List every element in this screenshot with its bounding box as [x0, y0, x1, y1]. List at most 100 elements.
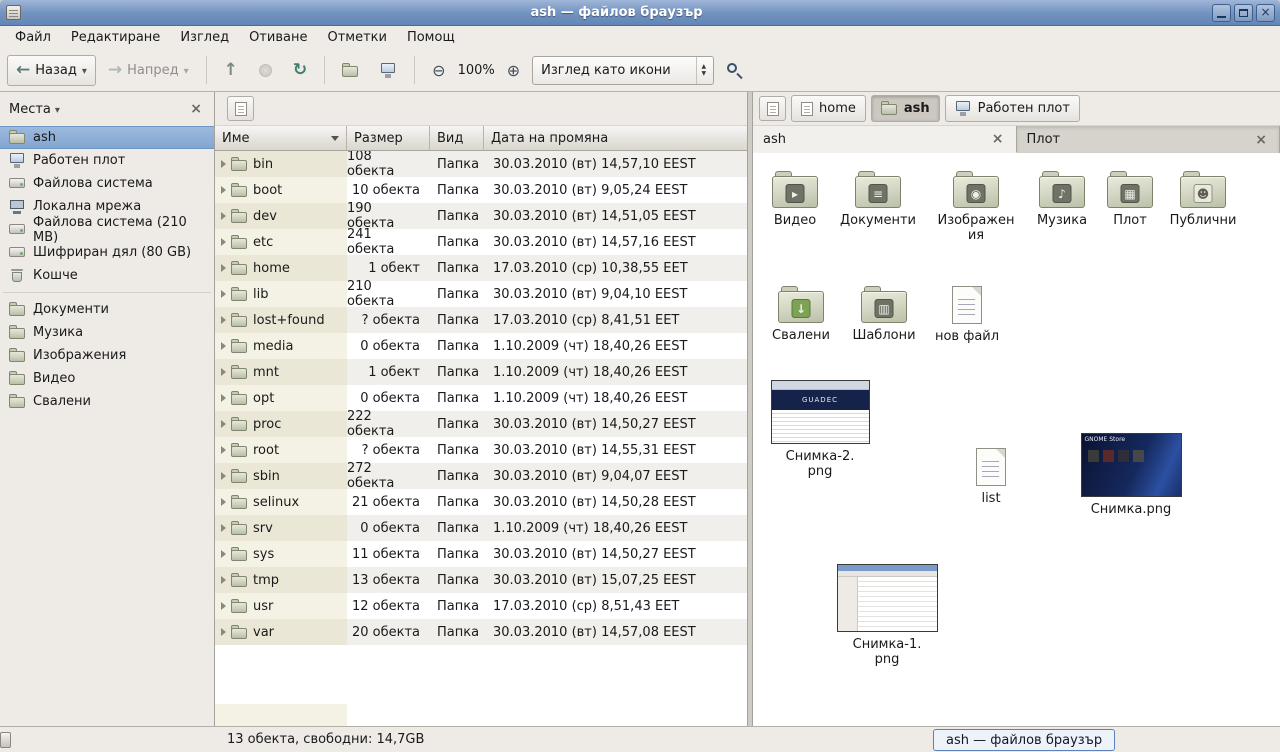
menu-item[interactable]: Помощ — [397, 27, 465, 48]
table-row[interactable]: mnt 1 обект Папка 1.10.2009 (чт) 18,40,2… — [215, 359, 747, 385]
pane-location-button[interactable] — [759, 96, 786, 121]
sidebar-item[interactable]: Шифриран дял (80 GB) — [0, 241, 214, 264]
back-dropdown-icon[interactable] — [82, 63, 87, 78]
menu-item[interactable]: Редактиране — [61, 27, 170, 48]
breadcrumb-desktop[interactable]: Работен плот — [945, 95, 1080, 122]
home-button[interactable] — [333, 55, 368, 86]
back-button[interactable]: Назад — [7, 55, 96, 86]
expander-icon[interactable] — [221, 368, 226, 376]
cell-name: boot — [215, 177, 347, 203]
menu-item[interactable]: Файл — [5, 27, 61, 48]
view-mode-select[interactable]: Изглед като икони ▲▼ — [532, 56, 714, 85]
zoom-in-button[interactable] — [498, 55, 529, 86]
folder-item[interactable]: Видео — [755, 171, 835, 228]
table-row[interactable]: srv 0 обекта Папка 1.10.2009 (чт) 18,40,… — [215, 515, 747, 541]
table-row[interactable]: dev 190 обекта Папка 30.03.2010 (вт) 14,… — [215, 203, 747, 229]
folder-item[interactable]: Документи — [838, 171, 918, 228]
table-row[interactable]: boot 10 обекта Папка 30.03.2010 (вт) 9,0… — [215, 177, 747, 203]
folder-item[interactable]: Шаблони — [844, 286, 924, 343]
image-file-snimka-2[interactable]: GUADEC Снимка-2.png — [769, 380, 871, 479]
column-header-date[interactable]: Дата на промяна — [484, 126, 747, 151]
expander-icon[interactable] — [221, 394, 226, 402]
expander-icon[interactable] — [221, 290, 226, 298]
maximize-button[interactable] — [1234, 4, 1253, 22]
tab-close-icon[interactable]: × — [1253, 132, 1269, 148]
column-header-size[interactable]: Размер — [347, 126, 430, 151]
computer-button[interactable] — [371, 55, 406, 86]
expander-icon[interactable] — [221, 316, 226, 324]
table-row[interactable]: selinux 21 обекта Папка 30.03.2010 (вт) … — [215, 489, 747, 515]
expander-icon[interactable] — [221, 212, 226, 220]
menu-item[interactable]: Отиване — [239, 27, 317, 48]
close-button[interactable]: × — [1256, 4, 1275, 22]
expander-icon[interactable] — [221, 576, 226, 584]
table-row[interactable]: sys 11 обекта Папка 30.03.2010 (вт) 14,5… — [215, 541, 747, 567]
up-button[interactable] — [215, 55, 247, 86]
forward-button[interactable]: Напред — [99, 55, 198, 86]
file-item[interactable]: list — [951, 448, 1031, 506]
sidebar-dropdown-icon[interactable] — [55, 102, 60, 117]
table-row[interactable]: tmp 13 обекта Папка 30.03.2010 (вт) 15,0… — [215, 567, 747, 593]
taskbar-window-button[interactable]: ash — файлов браузър — [933, 729, 1115, 751]
zoom-out-button[interactable] — [423, 55, 454, 86]
expander-icon[interactable] — [221, 498, 226, 506]
image-file-snimka-1[interactable]: Снимка-1.png — [834, 564, 940, 667]
table-row[interactable]: root ? обекта Папка 30.03.2010 (вт) 14,5… — [215, 437, 747, 463]
tab-plot[interactable]: Плот × — [1017, 126, 1280, 153]
table-row[interactable]: opt 0 обекта Папка 1.10.2009 (чт) 18,40,… — [215, 385, 747, 411]
expander-icon[interactable] — [221, 446, 226, 454]
folder-item[interactable]: Изображения — [936, 171, 1016, 243]
expander-icon[interactable] — [221, 472, 226, 480]
sidebar-item[interactable]: ash — [0, 126, 214, 149]
table-row[interactable]: etc 241 обекта Папка 30.03.2010 (вт) 14,… — [215, 229, 747, 255]
expander-icon[interactable] — [221, 186, 226, 194]
expander-icon[interactable] — [221, 342, 226, 350]
reload-button[interactable] — [284, 55, 316, 86]
folder-item[interactable]: Плот — [1090, 171, 1170, 228]
sidebar-item[interactable]: Документи — [0, 298, 214, 321]
menu-item[interactable]: Отметки — [317, 27, 396, 48]
sidebar-item[interactable]: Файлова система — [0, 172, 214, 195]
folder-item[interactable]: Свалени — [761, 286, 841, 343]
sidebar-item[interactable]: Работен плот — [0, 149, 214, 172]
table-row[interactable]: lib 210 обекта Папка 30.03.2010 (вт) 9,0… — [215, 281, 747, 307]
minimize-button[interactable] — [1212, 4, 1231, 22]
column-header-name[interactable]: Име — [215, 126, 347, 151]
expander-icon[interactable] — [221, 550, 226, 558]
pane-location-button[interactable] — [227, 96, 254, 121]
table-row[interactable]: media 0 обекта Папка 1.10.2009 (чт) 18,4… — [215, 333, 747, 359]
sidebar-item[interactable]: Свалени — [0, 390, 214, 413]
breadcrumb-current[interactable]: ash — [871, 95, 940, 122]
breadcrumb-home[interactable]: home — [791, 95, 866, 122]
sidebar-item-label: Музика — [33, 325, 83, 340]
sidebar-item[interactable]: Файлова система (210 MB) — [0, 218, 214, 241]
expander-icon[interactable] — [221, 264, 226, 272]
search-button[interactable] — [717, 55, 752, 86]
menu-item[interactable]: Изглед — [170, 27, 239, 48]
table-row[interactable]: lost+found ? обекта Папка 17.03.2010 (ср… — [215, 307, 747, 333]
table-row[interactable]: bin 108 обекта Папка 30.03.2010 (вт) 14,… — [215, 151, 747, 177]
folder-item[interactable]: Публични — [1163, 171, 1243, 228]
expander-icon[interactable] — [221, 160, 226, 168]
table-row[interactable]: sbin 272 обекта Папка 30.03.2010 (вт) 9,… — [215, 463, 747, 489]
tab-close-icon[interactable]: × — [990, 131, 1006, 147]
table-row[interactable]: home 1 обект Папка 17.03.2010 (ср) 10,38… — [215, 255, 747, 281]
table-row[interactable]: proc 222 обекта Папка 30.03.2010 (вт) 14… — [215, 411, 747, 437]
expander-icon[interactable] — [221, 628, 226, 636]
sidebar-item[interactable]: Музика — [0, 321, 214, 344]
expander-icon[interactable] — [221, 420, 226, 428]
table-row[interactable]: usr 12 обекта Папка 17.03.2010 (ср) 8,51… — [215, 593, 747, 619]
sidebar-close-icon[interactable]: × — [187, 101, 205, 117]
sidebar-item[interactable]: Видео — [0, 367, 214, 390]
stop-button[interactable] — [250, 55, 281, 86]
sidebar-item[interactable]: Кошче — [0, 264, 214, 287]
tab-ash[interactable]: ash × — [753, 126, 1017, 153]
expander-icon[interactable] — [221, 602, 226, 610]
expander-icon[interactable] — [221, 238, 226, 246]
table-row[interactable]: var 20 обекта Папка 30.03.2010 (вт) 14,5… — [215, 619, 747, 645]
file-item[interactable]: нов файл — [927, 286, 1007, 344]
column-header-type[interactable]: Вид — [430, 126, 484, 151]
sidebar-item[interactable]: Изображения — [0, 344, 214, 367]
image-file-snimka[interactable]: GNOME Store Снимка.png — [1078, 433, 1184, 517]
expander-icon[interactable] — [221, 524, 226, 532]
